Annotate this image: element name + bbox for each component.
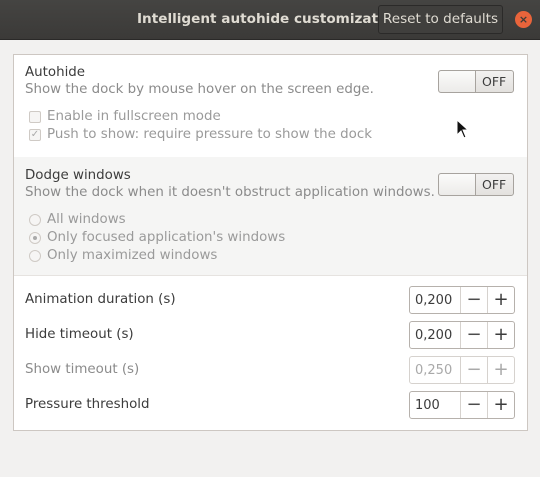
spin-value[interactable]: 0,200 xyxy=(415,293,452,308)
dodge-title: Dodge windows xyxy=(25,168,131,183)
minus-icon[interactable]: − xyxy=(460,322,487,348)
dodge-toggle[interactable]: OFF xyxy=(438,173,514,196)
minus-icon[interactable]: − xyxy=(460,287,487,313)
radio-selected-icon xyxy=(29,232,41,244)
plus-icon[interactable]: + xyxy=(487,287,514,313)
minus-icon: − xyxy=(460,357,487,383)
hide-timeout-spinbutton[interactable]: 0,200 − + xyxy=(409,321,515,349)
animation-duration-row: Animation duration (s) 0,200 − + xyxy=(14,284,527,318)
radio-icon xyxy=(29,250,41,262)
toggle-state: OFF xyxy=(482,74,507,89)
row-label: Hide timeout (s) xyxy=(25,327,134,342)
checkbox-checked-icon: ✓ xyxy=(29,129,41,141)
show-timeout-spinbutton: 0,250 − + xyxy=(409,356,515,384)
radio-icon xyxy=(29,214,41,226)
checkbox-label: Push to show: require pressure to show t… xyxy=(47,127,372,142)
dodge-subtitle: Show the dock when it doesn't obstruct a… xyxy=(25,185,435,200)
pressure-threshold-spinbutton[interactable]: 100 − + xyxy=(409,391,515,419)
pressure-threshold-row: Pressure threshold 100 − + xyxy=(14,389,527,423)
settings-panel: Autohide Show the dock by mouse hover on… xyxy=(13,54,528,431)
toggle-knob xyxy=(439,71,476,92)
autohide-section: Autohide Show the dock by mouse hover on… xyxy=(14,55,527,157)
spin-value: 0,250 xyxy=(415,363,453,378)
autohide-toggle[interactable]: OFF xyxy=(438,70,514,93)
window-title: Intelligent autohide customization xyxy=(137,11,402,27)
radio-label: Only focused application's windows xyxy=(47,230,286,245)
animation-duration-spinbutton[interactable]: 0,200 − + xyxy=(409,286,515,314)
spin-value[interactable]: 0,200 xyxy=(415,328,452,343)
spin-value[interactable]: 100 xyxy=(415,398,440,413)
plus-icon[interactable]: + xyxy=(487,322,514,348)
show-timeout-row: Show timeout (s) 0,250 − + xyxy=(14,354,527,388)
autohide-title: Autohide xyxy=(25,65,86,80)
radio-label: Only maximized windows xyxy=(47,248,218,263)
reset-to-defaults-button[interactable]: Reset to defaults xyxy=(378,5,503,34)
title-bar: Intelligent autohide customization Reset… xyxy=(0,0,540,40)
row-label: Show timeout (s) xyxy=(25,362,140,377)
minus-icon[interactable]: − xyxy=(460,392,487,418)
checkbox-label: Enable in fullscreen mode xyxy=(47,109,221,124)
plus-icon: + xyxy=(487,357,514,383)
close-icon[interactable]: × xyxy=(515,11,532,28)
radio-label: All windows xyxy=(47,212,126,227)
row-label: Pressure threshold xyxy=(25,397,150,412)
dodge-windows-section: Dodge windows Show the dock when it does… xyxy=(14,157,527,275)
checkbox-unchecked-icon xyxy=(29,111,41,123)
hide-timeout-row: Hide timeout (s) 0,200 − + xyxy=(14,319,527,353)
row-label: Animation duration (s) xyxy=(25,292,176,307)
section-divider xyxy=(14,275,527,276)
autohide-subtitle: Show the dock by mouse hover on the scre… xyxy=(25,82,374,97)
toggle-knob xyxy=(439,174,476,195)
toggle-state: OFF xyxy=(482,177,507,192)
plus-icon[interactable]: + xyxy=(487,392,514,418)
mouse-cursor-icon xyxy=(456,119,470,139)
